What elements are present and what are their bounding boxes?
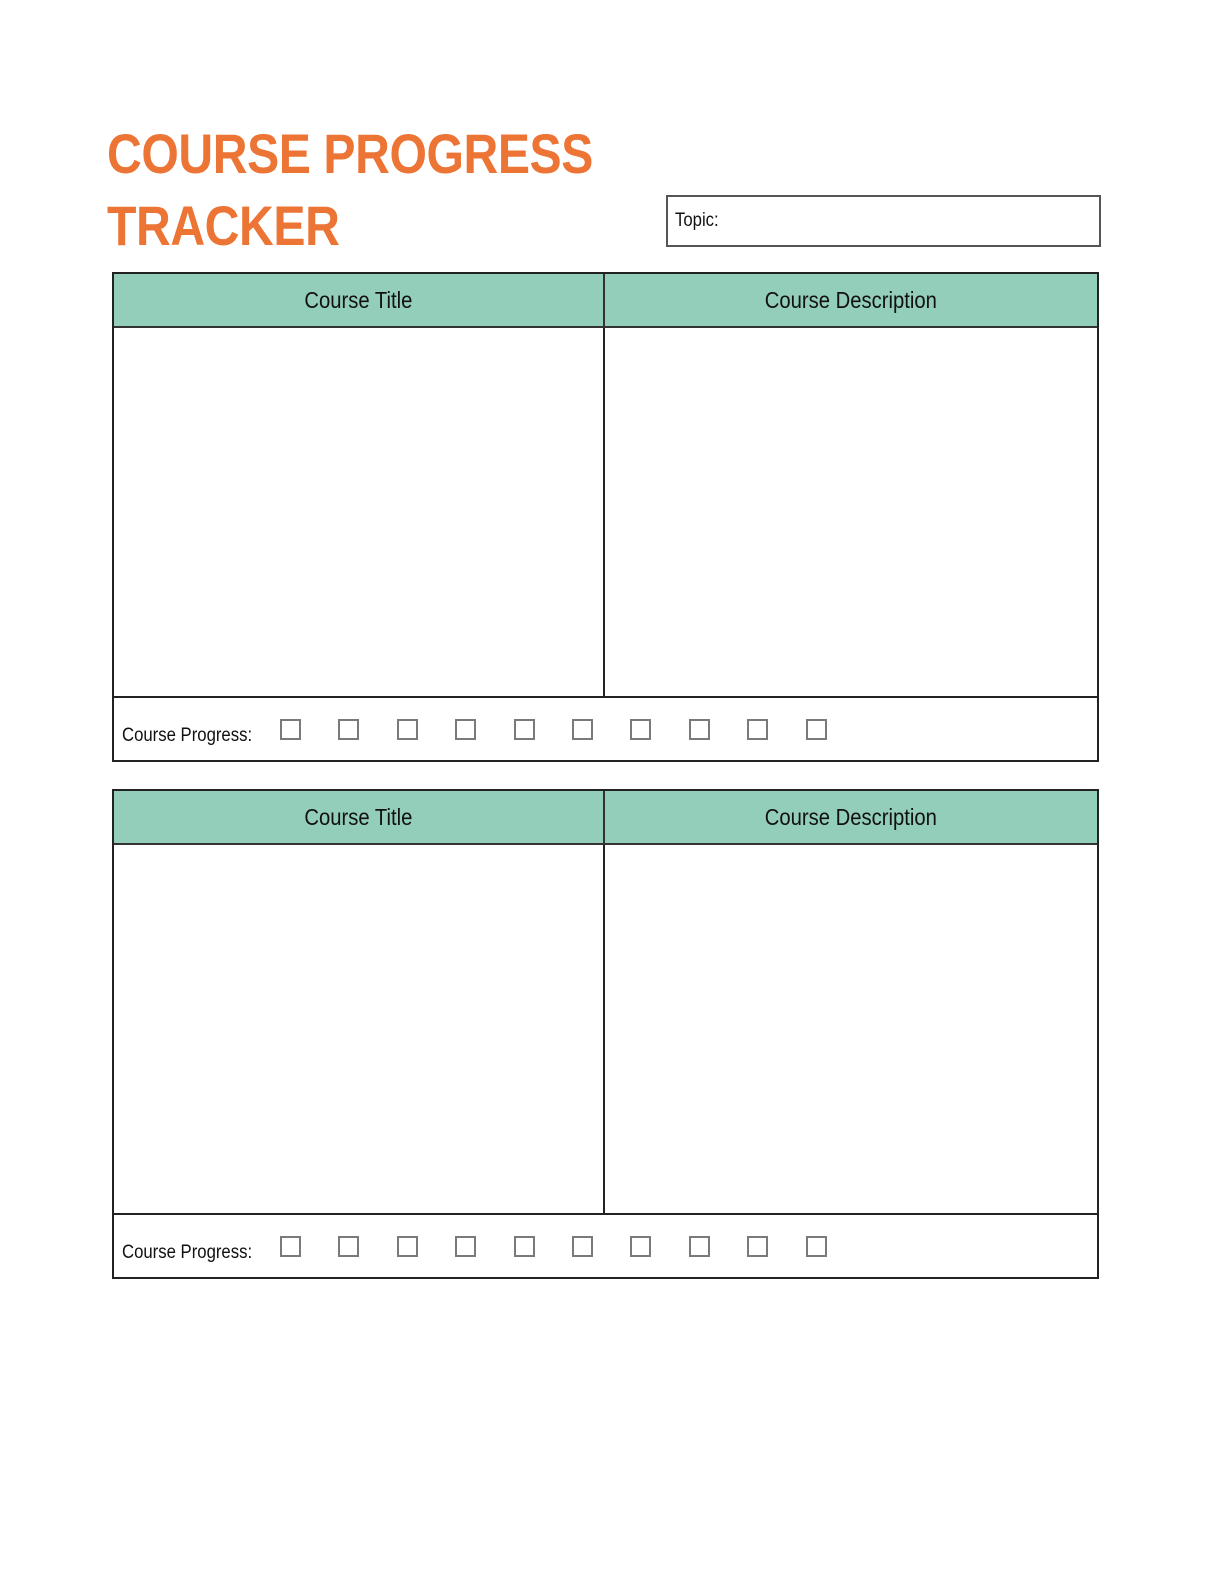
course-description-field[interactable] xyxy=(605,328,1097,696)
column-header-course-title: Course Title xyxy=(114,274,605,326)
progress-checkbox[interactable] xyxy=(572,719,593,740)
title-line-1: COURSE PROGRESS xyxy=(107,122,593,185)
progress-checkbox[interactable] xyxy=(747,1236,768,1257)
progress-checkbox[interactable] xyxy=(630,1236,651,1257)
progress-checkbox[interactable] xyxy=(338,1236,359,1257)
progress-checkbox[interactable] xyxy=(806,719,827,740)
card-body xyxy=(114,845,1097,1215)
card-body xyxy=(114,328,1097,698)
progress-checkbox[interactable] xyxy=(806,1236,827,1257)
progress-checkbox[interactable] xyxy=(397,719,418,740)
page-title: COURSE PROGRESS TRACKER xyxy=(107,118,593,262)
column-header-course-description: Course Description xyxy=(764,803,938,830)
course-title-field[interactable] xyxy=(114,845,605,1213)
column-header-course-title: Course Title xyxy=(114,791,605,843)
column-header-course-description: Course Description xyxy=(764,286,938,313)
progress-checkbox[interactable] xyxy=(689,1236,710,1257)
progress-checkbox[interactable] xyxy=(397,1236,418,1257)
topic-field[interactable]: Topic: xyxy=(666,195,1101,247)
course-card-1: Course Title Course Description Course P… xyxy=(112,272,1099,762)
topic-label: Topic: xyxy=(675,210,719,231)
topic-input[interactable] xyxy=(728,203,1093,241)
course-progress-row: Course Progress: xyxy=(114,698,1097,760)
progress-checkbox[interactable] xyxy=(455,1236,476,1257)
card-header: Course Title Course Description xyxy=(114,274,1097,328)
course-progress-label: Course Progress: xyxy=(122,725,253,746)
progress-checkbox[interactable] xyxy=(280,1236,301,1257)
progress-checkbox[interactable] xyxy=(514,1236,535,1257)
course-progress-label: Course Progress: xyxy=(122,1242,253,1263)
course-progress-row: Course Progress: xyxy=(114,1215,1097,1277)
progress-checkbox[interactable] xyxy=(338,719,359,740)
progress-checkbox[interactable] xyxy=(630,719,651,740)
card-header: Course Title Course Description xyxy=(114,791,1097,845)
progress-checkbox[interactable] xyxy=(514,719,535,740)
progress-checkbox[interactable] xyxy=(689,719,710,740)
progress-checkbox[interactable] xyxy=(280,719,301,740)
progress-checkbox[interactable] xyxy=(747,719,768,740)
progress-checkbox[interactable] xyxy=(455,719,476,740)
progress-checkbox[interactable] xyxy=(572,1236,593,1257)
course-card-2: Course Title Course Description Course P… xyxy=(112,789,1099,1279)
course-title-field[interactable] xyxy=(114,328,605,696)
title-line-2: TRACKER xyxy=(107,194,340,257)
course-description-field[interactable] xyxy=(605,845,1097,1213)
